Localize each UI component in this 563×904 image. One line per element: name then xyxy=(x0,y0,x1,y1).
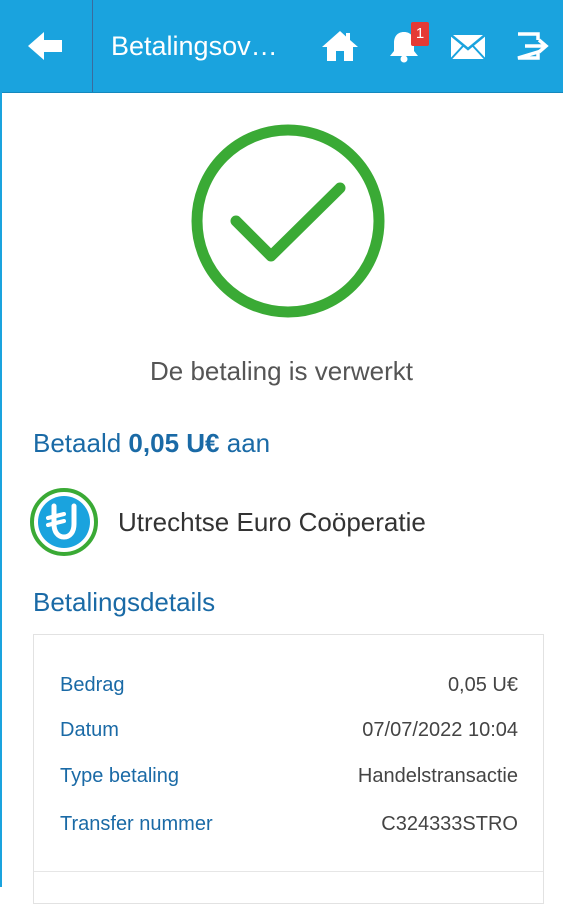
payment-status-message: De betaling is verwerkt xyxy=(150,356,413,386)
detail-row: Type betaling Handelstransactie xyxy=(60,765,518,795)
detail-row: Bedrag 0,05 U€ xyxy=(60,674,518,704)
left-edge xyxy=(0,92,2,887)
detail-label: Transfer nummer xyxy=(60,813,213,835)
notification-badge: 1 xyxy=(411,22,429,46)
app-header: Betalingsov… 1 xyxy=(0,0,563,93)
paid-prefix: Betaald xyxy=(33,428,122,458)
back-arrow-icon xyxy=(28,32,62,60)
detail-row: Datum 07/07/2022 10:04 xyxy=(60,719,518,749)
recipient-name: Utrechtse Euro Coöperatie xyxy=(118,506,426,537)
mail-icon[interactable] xyxy=(448,28,488,64)
detail-label: Type betaling xyxy=(60,765,179,787)
detail-label: Datum xyxy=(60,719,119,741)
detail-row: Transfer nummer C324333STRO xyxy=(60,813,518,843)
details-heading: Betalingsdetails xyxy=(33,587,216,617)
paid-suffix: aan xyxy=(226,428,271,458)
detail-value: 0,05 U€ xyxy=(447,674,518,696)
detail-value: C324333STRO xyxy=(381,813,518,835)
details-card: Bedrag 0,05 U€ Datum 07/07/2022 10:04 Ty… xyxy=(33,634,544,904)
checkmark-circle-icon xyxy=(191,124,385,318)
page-title: Betalingsov… xyxy=(111,31,278,61)
logout-icon[interactable] xyxy=(512,28,552,64)
card-divider xyxy=(34,871,543,872)
home-icon[interactable] xyxy=(320,28,360,64)
utrechtse-euro-logo xyxy=(30,488,98,556)
paid-summary: Betaald 0,05 U€ aan xyxy=(33,428,270,459)
back-button[interactable] xyxy=(0,0,93,92)
recipient[interactable]: Utrechtse Euro Coöperatie xyxy=(30,488,426,556)
detail-label: Bedrag xyxy=(60,674,125,696)
paid-amount: 0,05 U€ xyxy=(128,428,220,458)
detail-value: Handelstransactie xyxy=(357,765,518,787)
detail-value: 07/07/2022 10:04 xyxy=(362,719,518,741)
